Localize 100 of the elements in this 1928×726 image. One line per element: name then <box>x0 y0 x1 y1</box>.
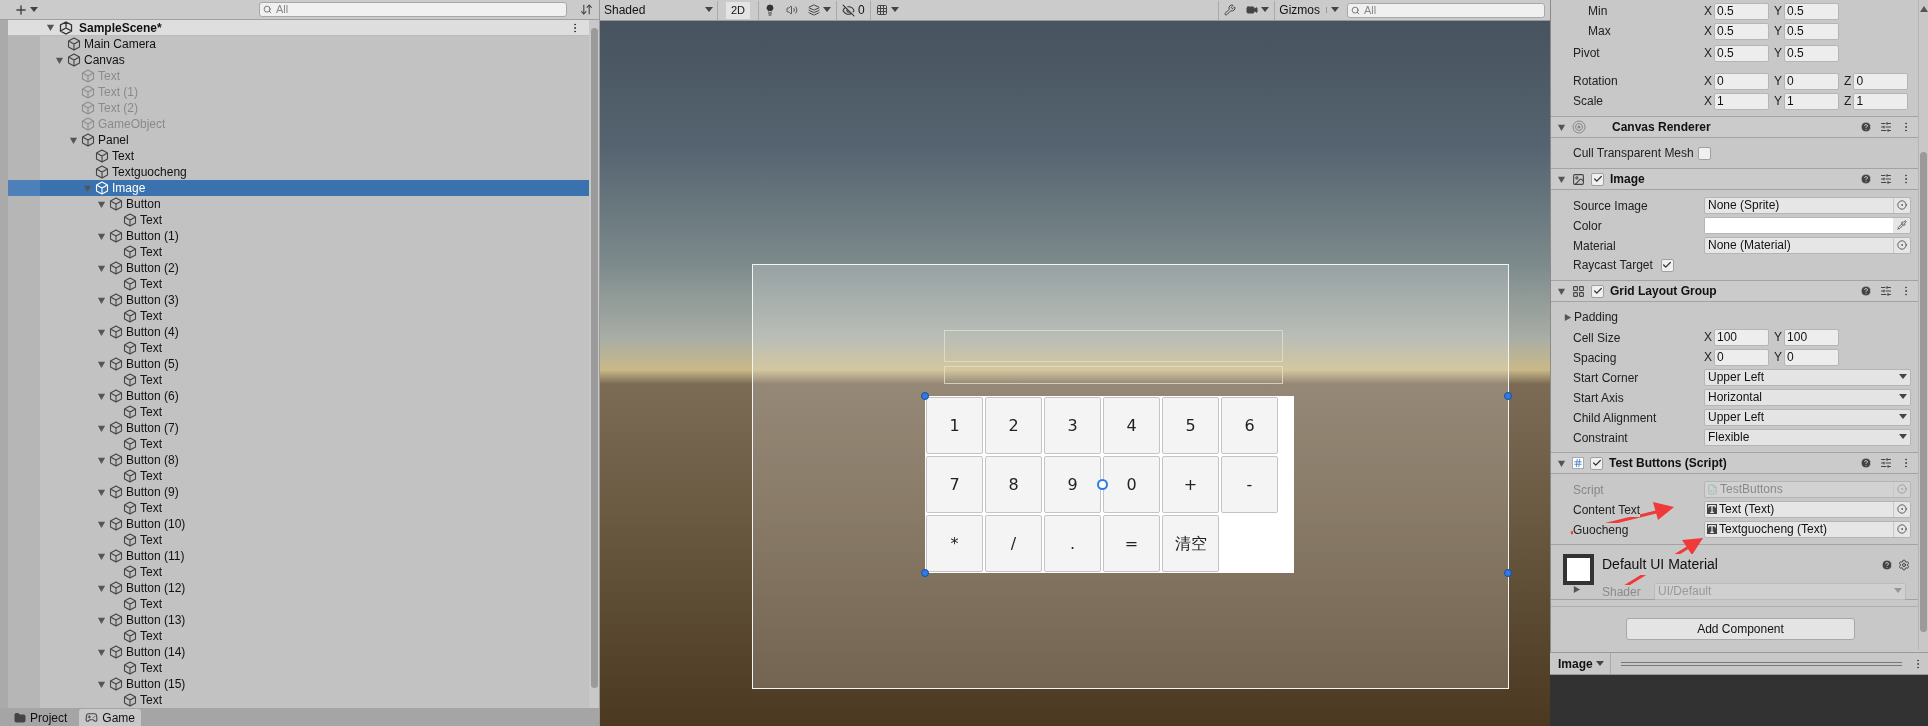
number-field[interactable]: 0 <box>1714 72 1769 90</box>
tree-item[interactable]: Text <box>8 660 589 676</box>
expanded-arrow-icon[interactable] <box>1557 122 1566 132</box>
eyedropper-icon[interactable] <box>1896 220 1907 230</box>
expanded-arrow-icon[interactable] <box>1557 174 1566 184</box>
expanded-arrow-icon[interactable] <box>55 55 64 65</box>
number-field[interactable]: 0 <box>1853 72 1909 90</box>
help-icon[interactable] <box>1860 121 1872 133</box>
tree-item[interactable]: Text <box>8 596 589 612</box>
object-field[interactable]: None (Sprite) <box>1704 196 1911 214</box>
expanded-arrow-icon[interactable] <box>97 583 106 593</box>
hidden-objects-toggle[interactable]: 0 <box>836 0 870 20</box>
calculator-button[interactable]: 4 <box>1103 397 1160 454</box>
number-field[interactable]: 0 <box>1714 348 1769 366</box>
calculator-button[interactable]: 1 <box>926 397 983 454</box>
calculator-button[interactable]: = <box>1103 515 1160 572</box>
object-field[interactable]: None (Material) <box>1704 236 1911 254</box>
tree-item[interactable]: Text <box>8 212 589 228</box>
tree-item[interactable]: Text <box>8 372 589 388</box>
expanded-arrow-icon[interactable] <box>97 519 106 529</box>
calculator-button[interactable]: 3 <box>1044 397 1101 454</box>
number-field[interactable]: 0 <box>1784 348 1840 366</box>
expanded-arrow-icon[interactable] <box>69 135 78 145</box>
footer-dropdown[interactable]: Image <box>1558 653 1611 674</box>
scrollbar[interactable] <box>1918 0 1928 650</box>
expanded-arrow-icon[interactable] <box>97 327 106 337</box>
number-field[interactable]: 1 <box>1853 92 1909 110</box>
tree-item[interactable]: Button (7) <box>8 420 589 436</box>
tree-item[interactable]: Text <box>8 628 589 644</box>
tree-item[interactable]: Button (9) <box>8 484 589 500</box>
tree-item[interactable]: Button (13) <box>8 612 589 628</box>
dropdown[interactable]: Horizontal <box>1704 388 1911 406</box>
tree-item[interactable]: Button <box>8 196 589 212</box>
scene-header[interactable]: SampleScene* <box>8 20 589 36</box>
expanded-arrow-icon[interactable] <box>46 23 55 32</box>
search-field[interactable]: All <box>259 2 567 17</box>
scene-view[interactable]: 1 2 3 4 5 6 7 8 9 0 + - * / . = 清空 <box>600 21 1550 726</box>
scrollbar[interactable] <box>589 20 599 708</box>
calculator-button[interactable]: 8 <box>985 456 1042 513</box>
expanded-arrow-icon[interactable] <box>97 359 106 369</box>
expanded-arrow-icon[interactable] <box>97 647 106 657</box>
calculator-button[interactable]: 9 <box>1044 456 1101 513</box>
settings-icon[interactable] <box>1898 558 1910 571</box>
tree-item[interactable]: Text <box>8 564 589 580</box>
tree-item[interactable]: Canvas <box>8 52 589 68</box>
calculator-button[interactable]: 2 <box>985 397 1042 454</box>
expanded-arrow-icon[interactable] <box>1557 286 1566 296</box>
calculator-button[interactable]: 5 <box>1162 397 1219 454</box>
resize-handle[interactable] <box>1504 569 1512 577</box>
tree-item[interactable]: Button (11) <box>8 548 589 564</box>
calculator-button[interactable]: - <box>1221 456 1278 513</box>
expanded-arrow-icon[interactable] <box>97 391 106 401</box>
expanded-arrow-icon[interactable] <box>97 199 106 209</box>
expanded-arrow-icon[interactable] <box>97 615 106 625</box>
tree-item[interactable]: Text <box>8 500 589 516</box>
tree-item[interactable]: Text <box>8 244 589 260</box>
help-icon[interactable] <box>1860 285 1872 297</box>
calculator-button[interactable]: / <box>985 515 1042 572</box>
calculator-button[interactable]: + <box>1162 456 1219 513</box>
expanded-arrow-icon[interactable] <box>97 295 106 305</box>
preset-icon[interactable] <box>1880 173 1892 185</box>
tree-item[interactable]: Button (3) <box>8 292 589 308</box>
dropdown[interactable]: Upper Left <box>1704 368 1911 386</box>
number-field[interactable]: 100 <box>1714 328 1769 346</box>
search-field[interactable]: All <box>1347 2 1545 18</box>
tree-item[interactable]: Text <box>8 340 589 356</box>
component-header[interactable]: Test Buttons (Script) <box>1551 452 1918 474</box>
number-field[interactable]: 0.5 <box>1784 44 1840 62</box>
collapsed-arrow-icon[interactable] <box>1572 585 1581 594</box>
object-picker-icon[interactable] <box>1897 524 1907 534</box>
tree-item[interactable]: Textguocheng <box>8 164 589 180</box>
mode-2d-button[interactable]: 2D <box>726 1 750 19</box>
resize-handle[interactable] <box>921 392 929 400</box>
expanded-arrow-icon[interactable] <box>1557 458 1566 468</box>
number-field[interactable]: 0.5 <box>1784 2 1840 20</box>
calculator-button[interactable]: . <box>1044 515 1101 572</box>
dropdown[interactable]: Upper Left <box>1704 408 1911 426</box>
tree-item[interactable]: Text <box>8 404 589 420</box>
expanded-arrow-icon[interactable] <box>97 263 106 273</box>
object-picker-icon[interactable] <box>1897 240 1907 250</box>
expanded-arrow-icon[interactable] <box>97 455 106 465</box>
dropdown[interactable]: Flexible <box>1704 428 1911 446</box>
tree-item[interactable]: Button (10) <box>8 516 589 532</box>
component-header[interactable]: Image <box>1551 168 1918 190</box>
tree-item[interactable]: Text <box>8 692 589 708</box>
tree-item[interactable]: Main Camera <box>8 36 589 52</box>
tree-item[interactable]: Text <box>8 308 589 324</box>
help-icon[interactable] <box>1881 558 1893 571</box>
preset-icon[interactable] <box>1880 285 1892 297</box>
expanded-arrow-icon[interactable] <box>97 551 106 561</box>
tree-item[interactable]: Button (8) <box>8 452 589 468</box>
checkbox[interactable] <box>1591 172 1604 186</box>
tree-item[interactable]: Text <box>8 436 589 452</box>
number-field[interactable]: 0.5 <box>1784 22 1840 40</box>
color-swatch[interactable] <box>1705 217 1893 233</box>
tree-item[interactable]: Text <box>8 532 589 548</box>
checkbox[interactable] <box>1590 456 1603 470</box>
number-field[interactable]: 0.5 <box>1714 22 1769 40</box>
shading-dropdown[interactable]: Shaded <box>600 0 718 20</box>
calculator-button[interactable]: 清空 <box>1162 515 1219 572</box>
